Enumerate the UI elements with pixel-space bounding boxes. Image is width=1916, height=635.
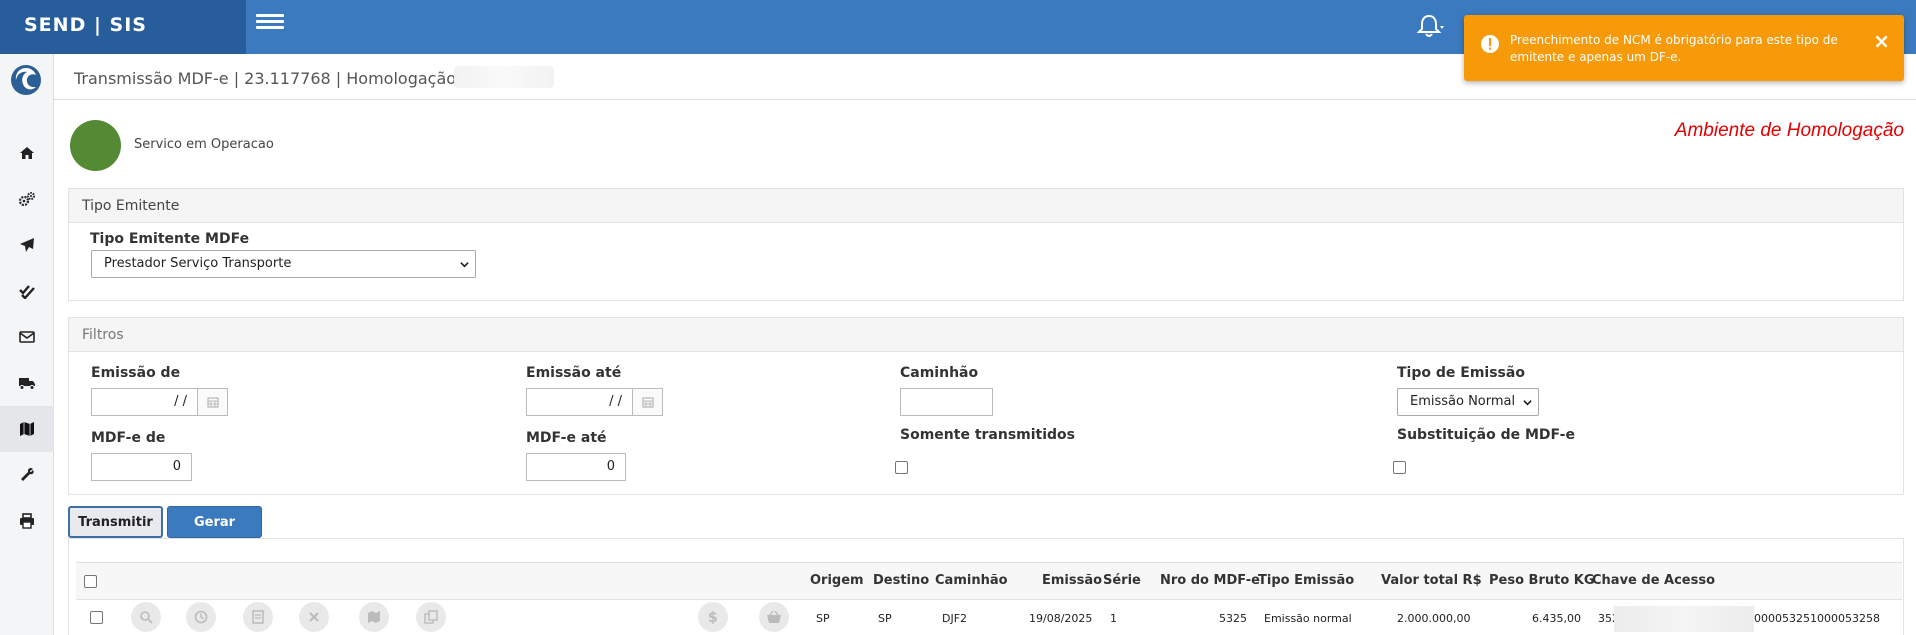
tipo-emitente-panel: Tipo Emitente bbox=[68, 188, 1904, 301]
map-icon[interactable] bbox=[359, 602, 389, 632]
basket-icon[interactable] bbox=[759, 602, 789, 632]
row-checkbox[interactable] bbox=[90, 611, 103, 624]
transmitir-button[interactable]: Transmitir bbox=[68, 506, 163, 538]
col-nro-mdfe[interactable]: Nro do MDF-e bbox=[1160, 573, 1260, 588]
redacted-access-key bbox=[1614, 606, 1754, 632]
cell-tipo-emissao: Emissão normal bbox=[1264, 612, 1352, 625]
substituicao-label: Substituição de MDF-e bbox=[1397, 427, 1575, 443]
calendar-icon[interactable] bbox=[198, 388, 228, 416]
clock-icon[interactable] bbox=[186, 602, 216, 632]
home-icon bbox=[20, 147, 34, 159]
emissao-de-input[interactable]: / / bbox=[91, 388, 198, 416]
col-tipo-emissao[interactable]: Tipo Emissão bbox=[1258, 573, 1354, 588]
sidebar-item-truck[interactable] bbox=[0, 360, 54, 406]
caminhao-label: Caminhão bbox=[900, 365, 979, 381]
sidebar-item-send[interactable] bbox=[0, 222, 54, 268]
substituicao-checkbox[interactable] bbox=[1393, 461, 1406, 474]
cell-chave-fim: 000053251000053258 bbox=[1754, 612, 1880, 625]
panel-title: Tipo Emitente bbox=[69, 189, 1903, 223]
tipo-emitente-label: Tipo Emitente MDFe bbox=[90, 231, 250, 247]
cell-destino: SP bbox=[878, 612, 892, 625]
document-icon[interactable] bbox=[243, 602, 273, 632]
brand-logo[interactable]: SEND | SIS bbox=[0, 0, 246, 54]
mdfe-ate-input[interactable]: 0 bbox=[526, 453, 626, 481]
double-check-icon bbox=[19, 285, 35, 299]
wrench-icon bbox=[21, 467, 34, 481]
mdfe-de-input[interactable]: 0 bbox=[91, 453, 192, 481]
calendar-icon[interactable] bbox=[633, 388, 663, 416]
sidebar-item-tools[interactable] bbox=[0, 452, 54, 498]
environment-label: Ambiente de Homologação bbox=[1674, 120, 1904, 141]
sidebar-item-validate[interactable] bbox=[0, 268, 54, 314]
sidebar-item-settings[interactable] bbox=[0, 176, 54, 222]
tipo-emitente-select[interactable]: Prestador Serviço Transporte bbox=[91, 250, 476, 278]
col-destino[interactable]: Destino bbox=[873, 573, 929, 588]
tipo-emissao-select[interactable]: Emissão Normal bbox=[1397, 388, 1539, 416]
emissao-ate-input[interactable]: / / bbox=[526, 388, 633, 416]
sidebar-item-print[interactable] bbox=[0, 498, 54, 544]
sidebar-item-mail[interactable] bbox=[0, 314, 54, 360]
col-emissao[interactable]: Emissão bbox=[1042, 573, 1102, 588]
company-logo-icon[interactable] bbox=[10, 64, 42, 96]
page-title: Transmissão MDF-e | 23.117768 | Homologa… bbox=[74, 69, 467, 88]
print-icon bbox=[20, 513, 34, 529]
menu-toggle-icon[interactable] bbox=[256, 14, 284, 36]
service-status-text: Servico em Operacao bbox=[134, 137, 274, 152]
caminhao-input[interactable] bbox=[900, 388, 993, 416]
select-all-checkbox[interactable] bbox=[84, 575, 97, 588]
col-chave-acesso[interactable]: Chave de Acesso bbox=[1592, 573, 1715, 588]
cancel-icon[interactable] bbox=[299, 602, 329, 632]
col-serie[interactable]: Série bbox=[1103, 573, 1141, 588]
chevron-down-icon bbox=[1523, 400, 1532, 406]
copy-icon[interactable] bbox=[416, 602, 446, 632]
toast-close-button[interactable]: × bbox=[1873, 31, 1890, 51]
tipo-emissao-value: Emissão Normal bbox=[1410, 394, 1516, 409]
envelope-icon bbox=[19, 331, 35, 343]
dollar-icon[interactable]: $ bbox=[698, 602, 728, 632]
toast-message: Preenchimento de NCM é obrigatório para … bbox=[1510, 33, 1838, 64]
cell-valor-total: 2.000.000,00 bbox=[1397, 612, 1471, 625]
notification-bell-icon[interactable] bbox=[1416, 13, 1446, 39]
mdfe-de-label: MDF-e de bbox=[91, 430, 166, 446]
tipo-emissao-label: Tipo de Emissão bbox=[1397, 365, 1525, 381]
mdfe-ate-label: MDF-e até bbox=[526, 430, 607, 446]
col-valor-total[interactable]: Valor total R$ bbox=[1381, 573, 1482, 588]
chevron-down-icon bbox=[460, 262, 469, 268]
panel-title: Filtros bbox=[69, 318, 1903, 352]
svg-text:$: $ bbox=[708, 610, 718, 625]
search-icon[interactable] bbox=[131, 602, 161, 632]
sidebar-item-map[interactable] bbox=[0, 406, 54, 452]
sidebar-item-home[interactable] bbox=[0, 130, 54, 176]
emissao-ate-label: Emissão até bbox=[526, 365, 622, 381]
cogs-icon bbox=[18, 192, 35, 207]
truck-icon bbox=[19, 378, 35, 390]
map-icon bbox=[20, 422, 34, 436]
service-status-indicator bbox=[70, 120, 121, 171]
cell-emissao: 19/08/2025 bbox=[1029, 612, 1093, 625]
sidebar bbox=[0, 54, 54, 635]
emissao-de-label: Emissão de bbox=[91, 365, 181, 381]
gerar-button[interactable]: Gerar bbox=[167, 506, 262, 538]
col-origem[interactable]: Origem bbox=[810, 573, 864, 588]
col-caminhao[interactable]: Caminhão bbox=[935, 573, 1008, 588]
cell-peso-bruto: 6.435,00 bbox=[1532, 612, 1581, 625]
tipo-emitente-value: Prestador Serviço Transporte bbox=[104, 256, 292, 271]
somente-transmitidos-checkbox[interactable] bbox=[895, 461, 908, 474]
warning-toast: Preenchimento de NCM é obrigatório para … bbox=[1464, 15, 1904, 81]
cell-nro-mdfe: 5325 bbox=[1219, 612, 1247, 625]
cell-caminhao: DJF2 bbox=[942, 612, 968, 625]
somente-transmitidos-label: Somente transmitidos bbox=[900, 427, 1076, 443]
cell-origem: SP bbox=[816, 612, 830, 625]
redacted-company-name bbox=[454, 66, 554, 88]
exclamation-circle-icon bbox=[1480, 34, 1500, 54]
col-peso-bruto[interactable]: Peso Bruto KG bbox=[1489, 573, 1595, 588]
cell-serie: 1 bbox=[1110, 612, 1117, 625]
paper-plane-icon bbox=[20, 238, 34, 252]
